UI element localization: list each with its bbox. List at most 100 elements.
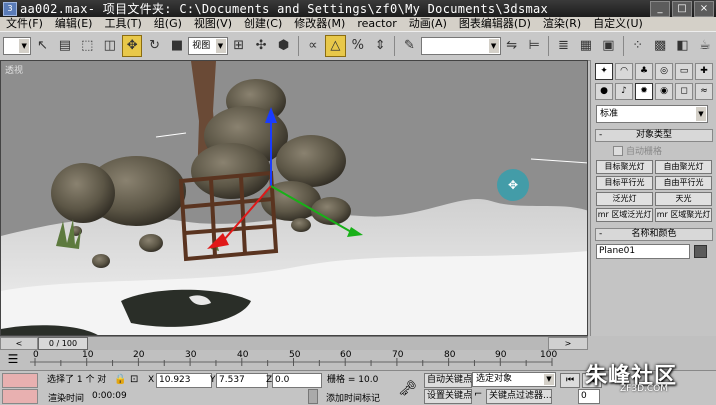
scale-icon[interactable]: ■: [167, 35, 187, 57]
render-setup-icon[interactable]: ▩: [650, 35, 670, 57]
skylight-button[interactable]: 天光: [655, 192, 712, 206]
edit-named-selection-icon[interactable]: ✎: [399, 35, 419, 57]
maximize-button[interactable]: □: [672, 1, 692, 17]
x-coordinate-input[interactable]: 10.923: [156, 373, 212, 388]
current-frame-input[interactable]: 0: [578, 389, 600, 404]
render-frame-icon[interactable]: ◧: [672, 35, 692, 57]
prev-frame-button[interactable]: <: [0, 337, 38, 350]
key-filter-dropdown[interactable]: 选定对象 ▼: [472, 372, 556, 387]
keyboard-shortcut-icon[interactable]: ⬢: [273, 35, 293, 57]
menu-graph-editors[interactable]: 图表编辑器(D): [453, 17, 537, 31]
create-tab-icon[interactable]: ✦: [595, 63, 613, 80]
object-name-input[interactable]: Plane01: [596, 244, 690, 259]
minimize-button[interactable]: _: [650, 1, 670, 17]
snap-toggle-icon[interactable]: ∝: [303, 35, 323, 57]
target-spot-button[interactable]: 目标聚光灯: [596, 160, 653, 174]
menu-views[interactable]: 视图(V): [188, 17, 238, 31]
percent-snap-icon[interactable]: %: [348, 35, 368, 57]
motion-tab-icon[interactable]: ◎: [655, 63, 673, 80]
shapes-icon[interactable]: ♪: [615, 83, 633, 100]
lock-selection-icon[interactable]: 🔒: [114, 374, 126, 385]
track-bar[interactable]: ☰ 0 10 20 30 40 50 60 70 80 90 100: [0, 350, 588, 370]
z-coordinate-input[interactable]: 0.0: [272, 373, 322, 388]
display-tab-icon[interactable]: ▭: [675, 63, 693, 80]
y-coordinate-input[interactable]: 7.537: [216, 373, 268, 388]
menu-animation[interactable]: 动画(A): [403, 17, 453, 31]
select-object-icon[interactable]: ↖: [32, 35, 52, 57]
target-direct-button[interactable]: 目标平行光: [596, 176, 653, 190]
autogrid-label: 自动栅格: [626, 147, 663, 157]
lights-icon[interactable]: ✹: [635, 83, 653, 100]
move-icon[interactable]: ✥: [121, 35, 143, 57]
angle-snap-icon[interactable]: △: [325, 35, 346, 57]
name-color-rollout-header[interactable]: - 名称和颜色: [595, 228, 713, 241]
mr-area-spot-button[interactable]: mr 区域聚光灯: [655, 208, 712, 222]
scroll-handle[interactable]: [308, 389, 318, 404]
align-icon[interactable]: ⊨: [524, 35, 544, 57]
spinner-snap-icon[interactable]: ⇕: [370, 35, 390, 57]
menu-edit[interactable]: 编辑(E): [49, 17, 99, 31]
menu-file[interactable]: 文件(F): [0, 17, 49, 31]
layer-manager-icon[interactable]: ≣: [553, 35, 573, 57]
selection-filter-dropdown[interactable]: ▼: [3, 37, 32, 55]
add-time-tag-label[interactable]: 添加时间标记: [326, 391, 380, 404]
perspective-viewport[interactable]: ✥ 透视: [0, 60, 588, 336]
helpers-icon[interactable]: ◻: [675, 83, 693, 100]
quick-render-icon[interactable]: ☕: [695, 35, 715, 57]
autogrid-checkbox[interactable]: [613, 145, 623, 156]
go-to-start-icon[interactable]: ⏮: [560, 373, 580, 388]
3dsmax-icon[interactable]: 3: [3, 1, 17, 16]
mirror-icon[interactable]: ⇋: [502, 35, 522, 57]
category-dropdown[interactable]: 标准 ▼: [596, 105, 708, 123]
time-slider-track[interactable]: [0, 336, 588, 350]
maxscript-listener[interactable]: [2, 373, 38, 388]
space-warps-icon[interactable]: ≈: [695, 83, 713, 100]
maxscript-mini-listener[interactable]: [2, 389, 38, 404]
menu-tools[interactable]: 工具(T): [98, 17, 147, 31]
object-type-rollout-header[interactable]: - 对象类型: [595, 129, 713, 142]
window-crossing-icon[interactable]: ◫: [100, 35, 120, 57]
menu-create[interactable]: 创建(C): [238, 17, 288, 31]
close-button[interactable]: ×: [694, 1, 714, 17]
menu-modifiers[interactable]: 修改器(M): [288, 17, 351, 31]
pivot-center-icon[interactable]: ⊞: [229, 35, 249, 57]
material-editor-icon[interactable]: ⁘: [627, 35, 647, 57]
hierarchy-tab-icon[interactable]: ♣: [635, 63, 653, 80]
schematic-view-icon[interactable]: ▣: [598, 35, 618, 57]
next-frame-button[interactable]: >: [548, 337, 588, 350]
menu-customize[interactable]: 自定义(U): [587, 17, 649, 31]
utilities-tab-icon[interactable]: ✚: [695, 63, 713, 80]
menu-group[interactable]: 组(G): [148, 17, 188, 31]
omni-button[interactable]: 泛光灯: [596, 192, 653, 206]
time-slider-thumb[interactable]: 0 / 100: [38, 337, 88, 350]
named-selection-dropdown[interactable]: ▼: [420, 37, 501, 55]
key-filters-button[interactable]: 关键点过滤器...: [486, 389, 552, 404]
cameras-icon[interactable]: ◉: [655, 83, 673, 100]
viewport-label[interactable]: 透视: [5, 63, 23, 76]
mini-curve-editor-icon[interactable]: ☰: [4, 352, 22, 366]
mr-area-omni-button[interactable]: mr 区域泛光灯: [596, 208, 653, 222]
rotate-icon[interactable]: ↻: [144, 35, 164, 57]
key-icon[interactable]: 🗝: [398, 379, 417, 397]
select-by-name-icon[interactable]: ▤: [55, 35, 75, 57]
tick-label: 20: [133, 350, 145, 360]
set-key-button[interactable]: 设置关键点: [424, 389, 472, 404]
rectangle-selection-icon[interactable]: ⬚: [77, 35, 97, 57]
absolute-mode-icon[interactable]: ⊡: [130, 374, 138, 385]
menu-rendering[interactable]: 渲染(R): [537, 17, 587, 31]
tick-label: 0: [33, 350, 39, 360]
key-mode-icon[interactable]: ⌐: [474, 389, 482, 400]
free-direct-button[interactable]: 自由平行光: [655, 176, 712, 190]
modify-tab-icon[interactable]: ◠: [615, 63, 633, 80]
autokey-button[interactable]: 自动关键点: [424, 373, 472, 388]
geometry-icon[interactable]: ●: [595, 83, 613, 100]
object-color-swatch[interactable]: [694, 245, 707, 258]
autogrid-row: 自动栅格: [613, 144, 716, 157]
render-time-label: 渲染时间: [48, 394, 85, 404]
reference-coordinate-dropdown[interactable]: 视图 ▼: [188, 37, 228, 55]
chevron-down-icon: ▼: [696, 107, 706, 121]
select-manipulate-icon[interactable]: ✣: [251, 35, 271, 57]
curve-editor-icon[interactable]: ▦: [576, 35, 596, 57]
menu-reactor[interactable]: reactor: [351, 17, 402, 31]
free-spot-button[interactable]: 自由聚光灯: [655, 160, 712, 174]
